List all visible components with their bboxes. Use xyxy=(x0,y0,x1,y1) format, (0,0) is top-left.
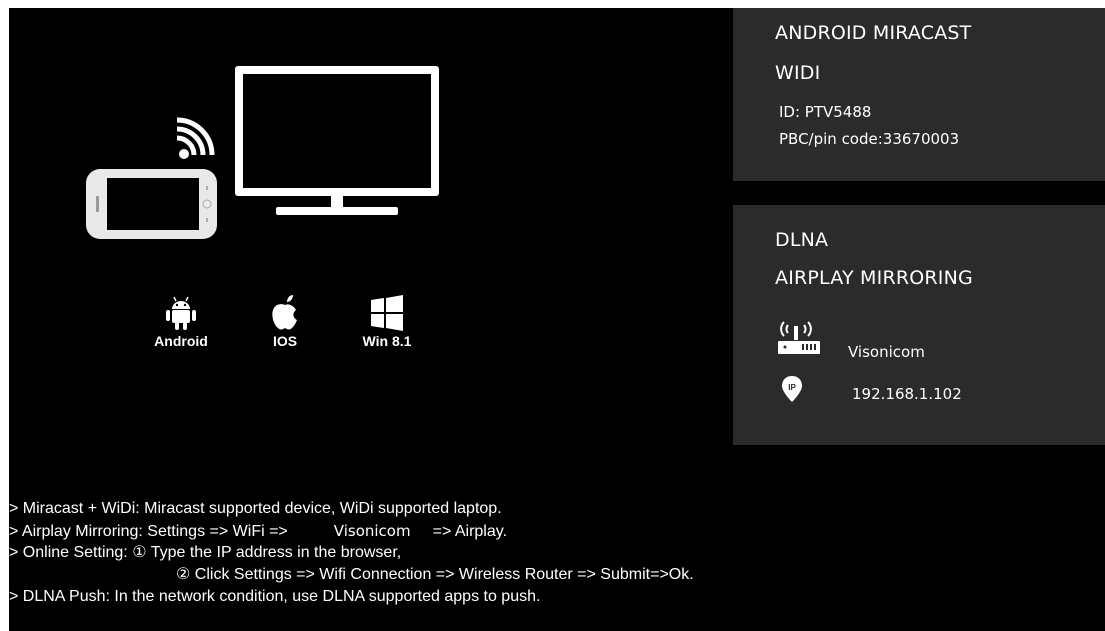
wifi-signal-icon xyxy=(176,117,215,159)
instruction-online-setting: > Online Setting: ① Type the IP address … xyxy=(9,544,402,561)
ip-pin-icon: IP xyxy=(782,376,802,402)
smartphone-icon xyxy=(86,169,217,239)
miracast-title-line1: ANDROID MIRACAST xyxy=(775,22,972,44)
airplay-prefix: > Airplay Mirroring: Settings => WiFi => xyxy=(9,523,288,540)
pin-code: PBC/pin code:33670003 xyxy=(779,130,960,148)
instruction-miracast: > Miracast + WiDi: Miracast supported de… xyxy=(9,500,502,517)
svg-text:IP: IP xyxy=(788,383,796,392)
platform-windows: Win 8.1 xyxy=(349,295,425,349)
wifi-router-icon xyxy=(778,321,820,354)
airplay-ssid: Visonicom xyxy=(333,522,411,540)
device-id: ID: PTV5488 xyxy=(779,103,872,121)
router-name: Visonicom xyxy=(848,343,925,361)
apple-icon xyxy=(272,295,297,330)
dlna-title-line2: AIRPLAY MIRRORING xyxy=(775,267,973,289)
platform-android: Android xyxy=(149,295,213,349)
instruction-online-setting-step2: ② Click Settings => Wifi Connection => W… xyxy=(176,566,694,583)
dlna-panel: DLNA AIRPLAY MIRRORING Visonicom IP 192.… xyxy=(733,205,1105,445)
miracast-panel: ANDROID MIRACAST WIDI ID: PTV5488 PBC/pi… xyxy=(733,8,1105,181)
platform-label-android: Android xyxy=(154,333,208,349)
airplay-suffix: => Airplay. xyxy=(432,523,508,540)
instruction-dlna-push: > DLNA Push: In the network condition, u… xyxy=(9,588,541,605)
casting-illustration xyxy=(86,66,439,239)
tv-monitor-icon xyxy=(235,66,439,215)
android-icon xyxy=(166,296,196,330)
platform-label-ios: IOS xyxy=(272,333,298,349)
platform-label-windows: Win 8.1 xyxy=(362,333,412,349)
ip-address: 192.168.1.102 xyxy=(852,385,962,403)
platform-ios: IOS xyxy=(253,295,317,349)
instructions: > Miracast + WiDi: Miracast supported de… xyxy=(9,498,1105,608)
miracast-title-line2: WIDI xyxy=(775,62,821,84)
windows-icon xyxy=(371,295,403,331)
dlna-title-line1: DLNA xyxy=(775,229,829,251)
instruction-airplay: > Airplay Mirroring: Settings => WiFi =>… xyxy=(9,520,1105,542)
cast-screen: Android IOS Win 8.1 ANDROID MIRACAST WID… xyxy=(9,8,1105,631)
